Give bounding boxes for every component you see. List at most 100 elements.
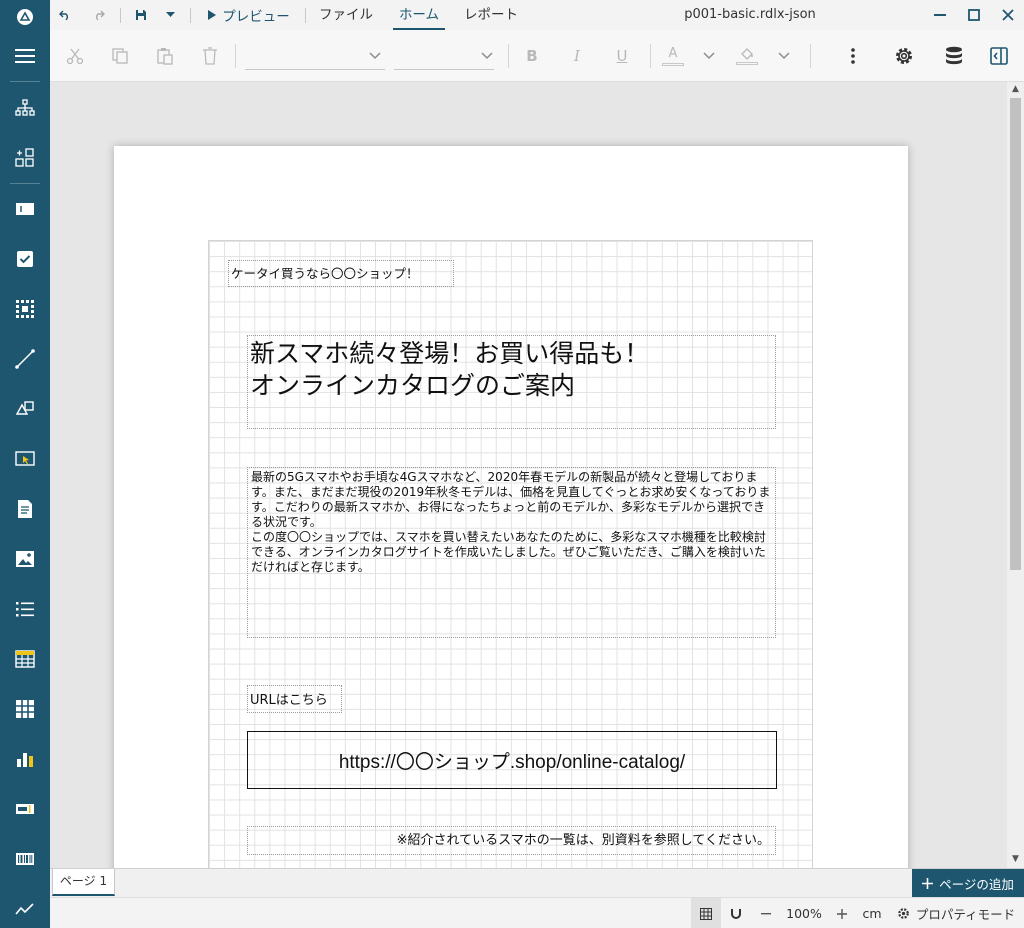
vertical-scrollbar[interactable]: ▲ ▼: [1007, 82, 1024, 868]
sparkline-tool-icon[interactable]: [0, 892, 50, 926]
cut-icon[interactable]: [62, 30, 88, 82]
background-color-button[interactable]: [734, 30, 760, 82]
paste-icon[interactable]: [152, 30, 178, 82]
toggle-panel-icon[interactable]: [986, 30, 1012, 82]
save-icon[interactable]: [130, 0, 152, 30]
gear-icon: [898, 908, 909, 919]
delete-icon[interactable]: [197, 30, 223, 82]
zoom-in-button[interactable]: [832, 898, 852, 928]
ribbon-separator: [508, 44, 509, 68]
zoom-level[interactable]: 100%: [782, 898, 826, 928]
play-icon: [208, 10, 217, 20]
data-source-icon[interactable]: [940, 30, 968, 82]
page-tab-1[interactable]: ページ 1: [52, 869, 115, 896]
footnote-textbox[interactable]: ※紹介されているスマホの一覧は、別資料を参照してください。: [247, 826, 776, 855]
textbox-tool-icon[interactable]: [0, 192, 50, 226]
sidebar: [0, 0, 50, 928]
document-title: p001-basic.rdlx-json: [684, 7, 816, 22]
barcode-grid-tool-icon[interactable]: [0, 292, 50, 326]
titlebar-separator: [190, 8, 191, 23]
copy-icon[interactable]: [107, 30, 133, 82]
background-color-swatch: [736, 62, 758, 65]
sidebar-separator: [10, 81, 40, 82]
close-icon[interactable]: [994, 0, 1022, 30]
report-body-textbox[interactable]: 最新の5Gスマホやお手頃な4Gスマホなど、2020年春モデルの新製品が続々と登場…: [247, 467, 776, 638]
title-line-1: 新スマホ続々登場！お買い得品も！: [250, 340, 650, 368]
status-bar: 100% cm プロパティモード: [50, 897, 1024, 928]
more-options-icon[interactable]: [840, 30, 866, 82]
report-explorer-icon[interactable]: [0, 91, 50, 125]
input-field-tool-icon[interactable]: [0, 442, 50, 476]
app-logo-icon: [0, 0, 50, 34]
group-editor-icon[interactable]: [0, 141, 50, 175]
tab-report[interactable]: レポート: [460, 0, 522, 30]
zoom-out-button[interactable]: [756, 898, 776, 928]
redo-icon[interactable]: [88, 0, 110, 30]
minimize-icon[interactable]: [926, 0, 954, 30]
add-page-button[interactable]: ページの追加: [912, 869, 1024, 897]
url-label-text: URLはこちら: [250, 693, 328, 708]
titlebar-separator: [120, 8, 121, 23]
scroll-thumb[interactable]: [1010, 98, 1021, 570]
underline-button[interactable]: U: [610, 30, 634, 82]
snap-magnet-icon[interactable]: [724, 898, 748, 928]
titlebar-separator: [305, 8, 306, 23]
font-color-letter: A: [668, 45, 678, 61]
background-color-chevron-icon[interactable]: [773, 30, 795, 82]
titlebar: プレビュー ファイル ホーム レポート p001-basic.rdlx-json: [50, 0, 1024, 30]
bold-button[interactable]: B: [520, 30, 544, 82]
shape-tool-icon[interactable]: [0, 392, 50, 426]
font-color-button[interactable]: A: [660, 30, 686, 82]
preview-label: プレビュー: [222, 9, 290, 25]
gear-icon[interactable]: [890, 30, 918, 82]
property-mode-button[interactable]: プロパティモード: [894, 898, 1018, 928]
tab-home[interactable]: ホーム: [393, 0, 445, 30]
paint-bucket-icon: [741, 48, 753, 60]
list-tool-icon[interactable]: [0, 592, 50, 626]
page-tabs-bar: ページ 1 ページの追加: [50, 868, 1024, 897]
italic-button[interactable]: I: [565, 30, 589, 82]
ribbon-separator: [810, 44, 811, 68]
add-page-label: ページの追加: [939, 876, 1014, 892]
checkbox-tool-icon[interactable]: [0, 242, 50, 276]
line-tool-icon[interactable]: [0, 342, 50, 376]
tab-file[interactable]: ファイル: [315, 0, 377, 30]
font-color-swatch: [662, 62, 684, 66]
bullet-tool-icon[interactable]: [0, 792, 50, 826]
chart-tool-icon[interactable]: [0, 742, 50, 776]
unit-selector[interactable]: cm: [858, 898, 886, 928]
barcode-tool-icon[interactable]: [0, 842, 50, 876]
report-title-textbox[interactable]: 新スマホ続々登場！お買い得品も！ オンラインカタログのご案内: [247, 335, 776, 429]
property-mode-label: プロパティモード: [915, 907, 1016, 922]
title-line-2: オンラインカタログのご案内: [250, 372, 576, 400]
scroll-up-arrow-icon[interactable]: ▲: [1007, 82, 1024, 96]
rich-text-tool-icon[interactable]: [0, 492, 50, 526]
footnote-text: ※紹介されているスマホの一覧は、別資料を参照してください。: [396, 833, 770, 848]
header-text: ケータイ買うなら〇〇ショップ！: [231, 266, 419, 281]
undo-icon[interactable]: [54, 0, 76, 30]
grid-toggle-icon[interactable]: [691, 898, 721, 928]
hamburger-menu-icon[interactable]: [0, 39, 50, 73]
ribbon-separator: [650, 44, 651, 68]
report-header-textbox[interactable]: ケータイ買うなら〇〇ショップ！: [228, 260, 454, 287]
save-options-chevron-icon[interactable]: [162, 0, 178, 30]
report-body-grid[interactable]: ケータイ買うなら〇〇ショップ！ 新スマホ続々登場！お買い得品も！ オンラインカタ…: [208, 240, 813, 868]
font-size-chevron-icon[interactable]: [476, 30, 498, 82]
maximize-icon[interactable]: [960, 0, 988, 30]
report-page: ケータイ買うなら〇〇ショップ！ 新スマホ続々登場！お買い得品も！ オンラインカタ…: [114, 146, 908, 868]
table-tool-icon[interactable]: [0, 642, 50, 676]
scroll-down-arrow-icon[interactable]: ▼: [1007, 852, 1024, 866]
image-tool-icon[interactable]: [0, 542, 50, 576]
url-text: https://〇〇ショップ.shop/online-catalog/: [338, 751, 686, 773]
tablix-tool-icon[interactable]: [0, 692, 50, 726]
plus-icon: [922, 877, 934, 889]
url-textbox[interactable]: https://〇〇ショップ.shop/online-catalog/: [247, 731, 777, 789]
preview-button[interactable]: プレビュー: [204, 0, 294, 30]
url-label-textbox[interactable]: URLはこちら: [247, 685, 342, 713]
font-family-chevron-icon[interactable]: [364, 30, 386, 82]
sidebar-separator: [10, 183, 40, 184]
ribbon-toolbar: B I U A: [50, 30, 1024, 82]
body-text: 最新の5Gスマホやお手頃な4Gスマホなど、2020年春モデルの新製品が続々と登場…: [251, 470, 771, 574]
font-color-chevron-icon[interactable]: [698, 30, 720, 82]
design-canvas[interactable]: ケータイ買うなら〇〇ショップ！ 新スマホ続々登場！お買い得品も！ オンラインカタ…: [50, 82, 1007, 868]
